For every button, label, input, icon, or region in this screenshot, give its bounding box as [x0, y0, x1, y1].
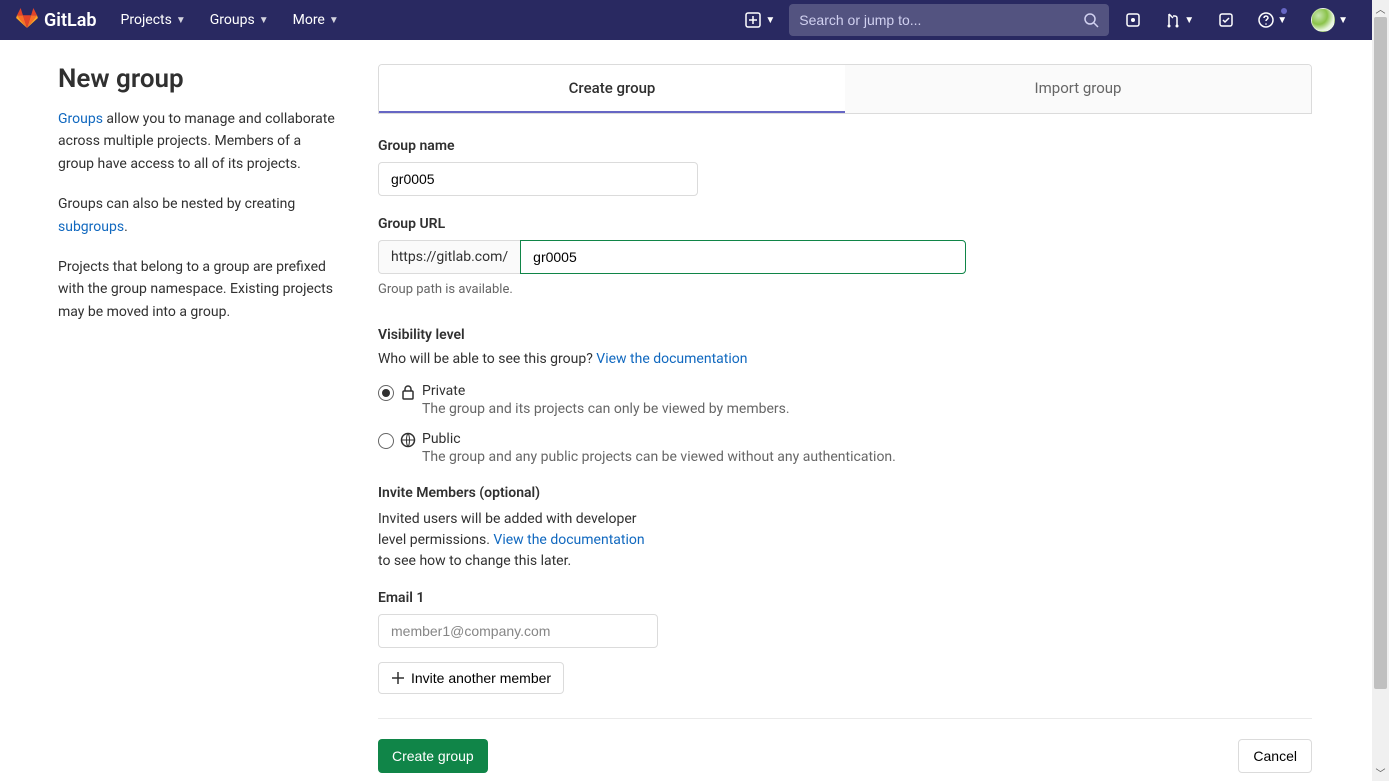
- url-help-text: Group path is available.: [378, 282, 1312, 297]
- radio-private[interactable]: [378, 385, 394, 401]
- group-url-label: Group URL: [378, 216, 1312, 232]
- avatar: [1311, 8, 1335, 32]
- radio-public[interactable]: [378, 433, 394, 449]
- visibility-private-option[interactable]: Private The group and its projects can o…: [378, 383, 1312, 417]
- chevron-down-icon: ▼: [1277, 15, 1287, 26]
- private-title: Private: [422, 383, 790, 399]
- help-icon[interactable]: ▼: [1250, 6, 1295, 34]
- url-prefix: https://gitlab.com/: [378, 240, 520, 274]
- search-box[interactable]: [789, 4, 1109, 36]
- search-input[interactable]: [799, 12, 1083, 28]
- search-icon: [1083, 12, 1099, 28]
- lock-icon: [400, 384, 416, 404]
- public-title: Public: [422, 431, 896, 447]
- invite-another-button[interactable]: Invite another member: [378, 662, 564, 694]
- page-title: New group: [58, 64, 336, 94]
- private-desc: The group and its projects can only be v…: [422, 401, 790, 417]
- footer-actions: Create group Cancel: [378, 718, 1312, 781]
- scroll-up-icon[interactable]: ︿: [1372, 0, 1389, 17]
- visibility-docs-link[interactable]: View the documentation: [596, 351, 747, 367]
- chevron-down-icon: ▼: [1338, 15, 1348, 26]
- new-dropdown[interactable]: ▼: [739, 6, 781, 34]
- todos-icon[interactable]: [1210, 6, 1242, 34]
- plus-square-icon: [745, 12, 761, 28]
- info-paragraph-1: Groups allow you to manage and collabora…: [58, 108, 336, 175]
- cancel-button[interactable]: Cancel: [1238, 739, 1312, 773]
- tabs: Create group Import group: [378, 64, 1312, 114]
- email1-label: Email 1: [378, 590, 1312, 606]
- public-desc: The group and any public projects can be…: [422, 449, 896, 465]
- groups-link[interactable]: Groups: [58, 111, 103, 127]
- notification-dot: [1281, 8, 1287, 14]
- visibility-desc: Who will be able to see this group? View…: [378, 351, 1312, 367]
- scroll-down-icon[interactable]: ﹀: [1372, 764, 1389, 781]
- browser-scrollbar[interactable]: ︿ ﹀: [1372, 0, 1389, 781]
- email1-input[interactable]: [378, 614, 658, 648]
- globe-icon: [400, 432, 416, 452]
- group-url-input[interactable]: [520, 240, 966, 274]
- nav-groups[interactable]: Groups ▼: [198, 2, 281, 38]
- invite-docs-link[interactable]: View the documentation: [493, 532, 644, 548]
- create-group-button[interactable]: Create group: [378, 739, 488, 773]
- tab-import-group[interactable]: Import group: [845, 65, 1311, 113]
- topbar: GitLab Projects ▼ Groups ▼ More ▼ ▼ ▼: [0, 0, 1372, 40]
- nav-more[interactable]: More ▼: [281, 2, 351, 38]
- merge-requests-icon[interactable]: ▼: [1157, 6, 1202, 34]
- visibility-label: Visibility level: [378, 327, 1312, 343]
- subgroups-link[interactable]: subgroups: [58, 219, 124, 235]
- info-panel: New group Groups allow you to manage and…: [0, 64, 360, 781]
- chevron-down-icon: ▼: [176, 15, 186, 26]
- plus-icon: [391, 671, 405, 685]
- visibility-public-option[interactable]: Public The group and any public projects…: [378, 431, 1312, 465]
- chevron-down-icon: ▼: [329, 15, 339, 26]
- invite-desc: Invited users will be added with develop…: [378, 509, 658, 572]
- group-name-label: Group name: [378, 138, 1312, 154]
- chevron-down-icon: ▼: [1184, 15, 1194, 26]
- info-paragraph-2: Groups can also be nested by creating su…: [58, 193, 336, 238]
- tab-create-group[interactable]: Create group: [379, 65, 845, 113]
- nav-projects[interactable]: Projects ▼: [109, 2, 198, 38]
- chevron-down-icon: ▼: [259, 15, 269, 26]
- gitlab-logo[interactable]: GitLab: [16, 8, 97, 33]
- issues-icon[interactable]: [1117, 6, 1149, 34]
- scroll-thumb[interactable]: [1374, 17, 1387, 689]
- invite-label: Invite Members (optional): [378, 485, 1312, 501]
- info-paragraph-3: Projects that belong to a group are pref…: [58, 256, 336, 323]
- group-name-input[interactable]: [378, 162, 698, 196]
- gitlab-icon: [16, 8, 38, 33]
- user-menu[interactable]: ▼: [1303, 2, 1356, 38]
- chevron-down-icon: ▼: [765, 15, 775, 26]
- brand-text: GitLab: [44, 10, 97, 31]
